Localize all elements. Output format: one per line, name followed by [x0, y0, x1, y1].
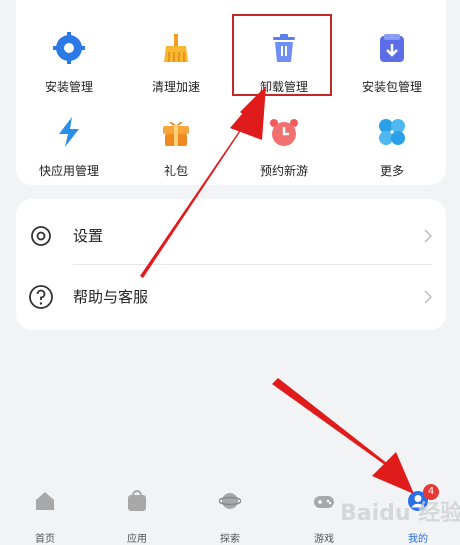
clover-icon	[379, 119, 405, 145]
settings-row[interactable]: 设置	[16, 205, 446, 265]
tool-more[interactable]: 更多	[342, 116, 442, 186]
gear-icon	[53, 32, 85, 64]
tool-label: 安装包管理	[361, 80, 422, 94]
chevron-right-icon	[424, 229, 432, 243]
tool-preorder-games[interactable]: 预约新游	[234, 116, 334, 186]
settings-label: 设置	[73, 227, 104, 245]
help-row[interactable]: 帮助与客服	[16, 266, 446, 326]
tool-cleanup[interactable]: 清理加速	[126, 32, 226, 102]
tool-label: 安装管理	[44, 80, 93, 94]
question-circle-icon	[29, 285, 53, 309]
alarm-clock-icon	[270, 119, 298, 146]
lightning-icon	[59, 117, 79, 147]
help-label: 帮助与客服	[73, 288, 149, 306]
notification-badge: 4	[423, 484, 439, 500]
tool-label: 更多	[379, 164, 404, 178]
tool-label: 预约新游	[259, 164, 308, 178]
package-icon	[380, 34, 404, 62]
tool-install-manager[interactable]: 安装管理	[19, 32, 119, 102]
nav-games[interactable]: 游戏	[289, 490, 359, 545]
chevron-right-icon	[424, 290, 432, 304]
arrow-down-annotation	[272, 378, 414, 494]
tool-gift[interactable]: 礼包	[126, 116, 226, 186]
shopping-bag-icon	[128, 490, 146, 511]
tool-label: 礼包	[163, 164, 188, 178]
broom-icon	[164, 34, 188, 62]
nav-home[interactable]: 首页	[10, 490, 80, 545]
gamepad-icon	[314, 496, 334, 508]
gear-outline-icon	[31, 226, 51, 246]
divider	[73, 264, 432, 265]
highlight-box	[232, 14, 332, 96]
gift-icon	[163, 121, 189, 146]
tool-label: 快应用管理	[38, 164, 99, 178]
tools-card: 安装管理 清理加速 卸载管理 安装包管理 快应用管理 礼包 预约新游 更多	[16, 0, 446, 185]
home-icon	[36, 492, 54, 510]
nav-me[interactable]: 4 我的	[383, 484, 453, 545]
tool-quick-app-manager[interactable]: 快应用管理	[19, 116, 119, 186]
bottom-nav: 首页 应用 探索 游戏 4 我的	[0, 480, 460, 545]
nav-explore[interactable]: 探索	[195, 490, 265, 545]
settings-card: 设置 帮助与客服	[16, 199, 446, 330]
planet-icon	[219, 493, 241, 509]
nav-apps[interactable]: 应用	[102, 490, 172, 545]
tool-label: 清理加速	[151, 80, 200, 94]
tool-package-manager[interactable]: 安装包管理	[342, 32, 442, 102]
